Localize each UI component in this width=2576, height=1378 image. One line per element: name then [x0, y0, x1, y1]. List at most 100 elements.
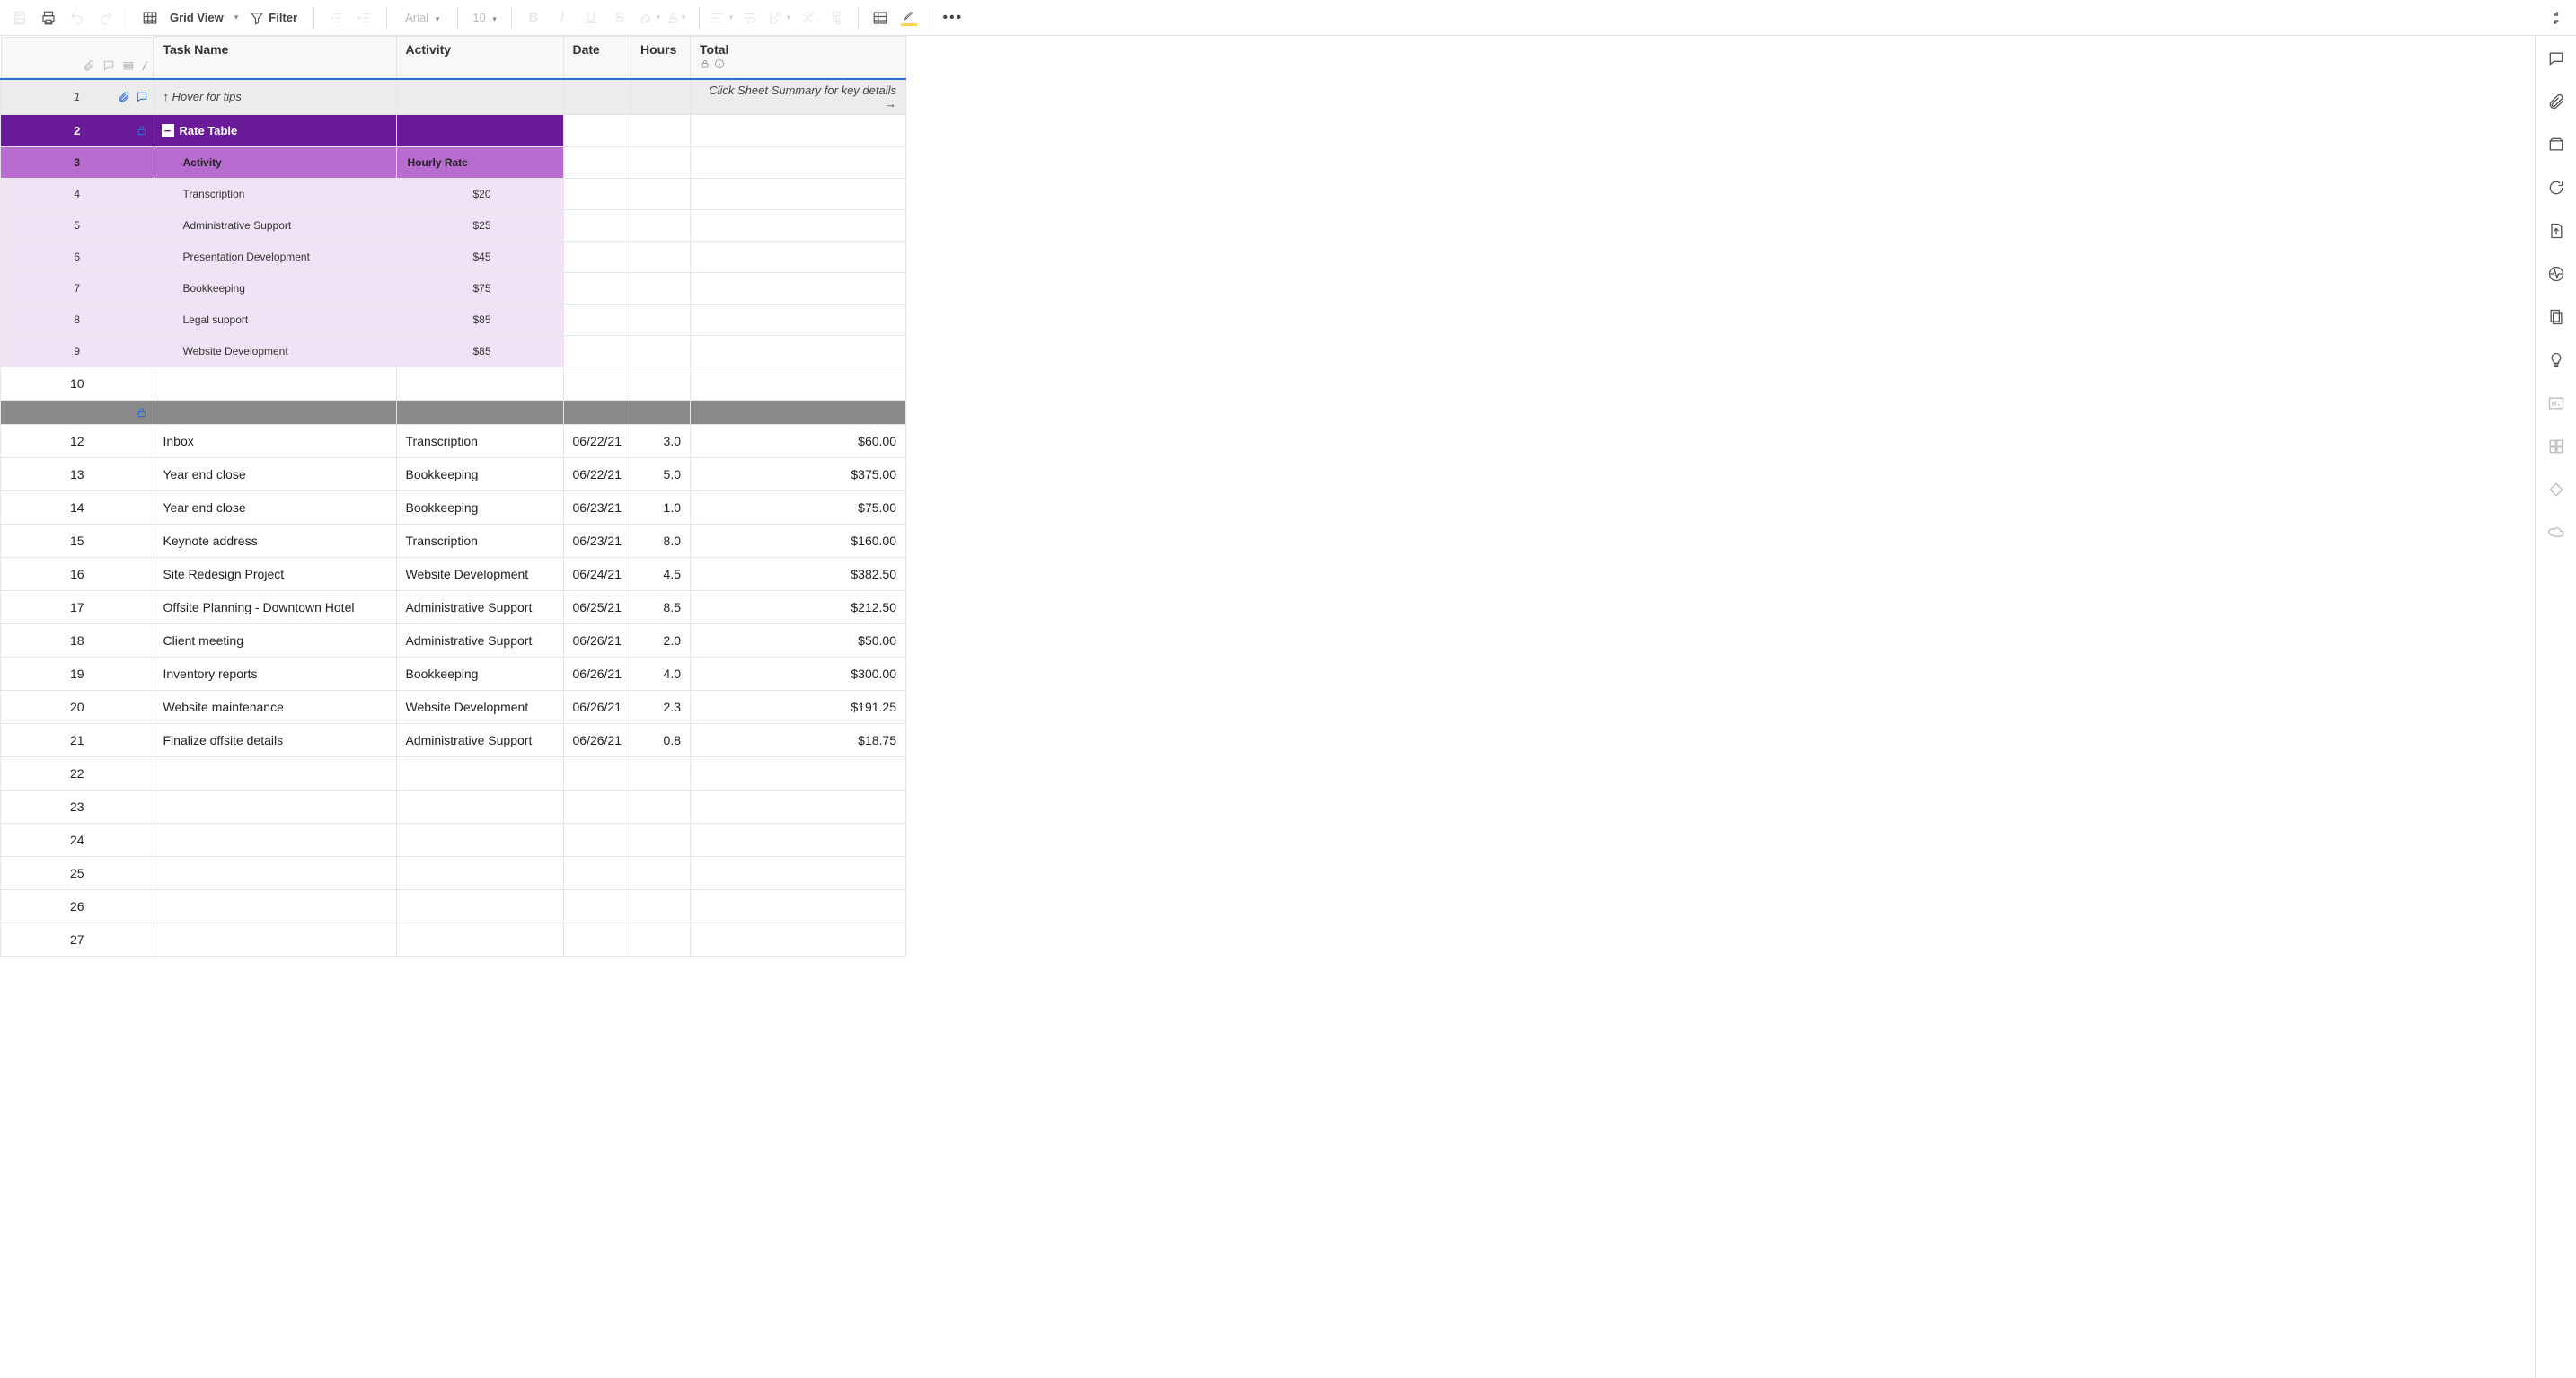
column-header-hours[interactable]: Hours: [631, 37, 691, 79]
text-color-button[interactable]: A▾: [665, 5, 690, 31]
rate-activity-cell[interactable]: Bookkeeping: [154, 272, 396, 304]
date-cell[interactable]: 06/24/21: [563, 557, 631, 590]
task-cell[interactable]: Inventory reports: [154, 657, 396, 690]
total-cell[interactable]: $212.50: [691, 590, 906, 623]
activity-cell[interactable]: Website Development: [396, 690, 563, 723]
row-number[interactable]: 23: [1, 790, 154, 823]
row-number[interactable]: 9: [1, 335, 154, 367]
entry-row[interactable]: 16 Site Redesign Project Website Develop…: [1, 557, 906, 590]
clear-format-button[interactable]: [795, 5, 820, 31]
rate-activity-cell[interactable]: Administrative Support: [154, 209, 396, 241]
hours-cell[interactable]: 3.0: [631, 424, 691, 457]
total-cell[interactable]: $300.00: [691, 657, 906, 690]
grid-scroll-area[interactable]: 𝑖 Task Name Activity Date Hours Total 1 …: [0, 36, 2535, 1378]
row-number[interactable]: 27: [1, 923, 154, 956]
activity-cell[interactable]: Bookkeeping: [396, 457, 563, 490]
task-cell[interactable]: Finalize offsite details: [154, 723, 396, 756]
activity-log-button[interactable]: [2546, 264, 2566, 284]
activity-cell[interactable]: Transcription: [396, 424, 563, 457]
hours-cell[interactable]: 0.8: [631, 723, 691, 756]
more-button[interactable]: •••: [940, 5, 966, 31]
entry-row[interactable]: 17 Offsite Planning - Downtown Hotel Adm…: [1, 590, 906, 623]
date-cell[interactable]: 06/26/21: [563, 623, 631, 657]
entry-row[interactable]: 12 Inbox Transcription 06/22/21 3.0 $60.…: [1, 424, 906, 457]
bold-button[interactable]: B: [521, 5, 546, 31]
highlight-button[interactable]: [896, 5, 922, 31]
date-cell[interactable]: 06/26/21: [563, 690, 631, 723]
hours-cell[interactable]: 8.5: [631, 590, 691, 623]
column-header-total[interactable]: Total: [691, 37, 906, 79]
rate-activity-cell[interactable]: Transcription: [154, 178, 396, 209]
activity-cell[interactable]: Administrative Support: [396, 723, 563, 756]
row-number[interactable]: 6: [1, 241, 154, 272]
rate-activity-cell[interactable]: Website Development: [154, 335, 396, 367]
total-cell[interactable]: $18.75: [691, 723, 906, 756]
view-selector-label[interactable]: Grid View: [166, 11, 227, 24]
column-header-date[interactable]: Date: [563, 37, 631, 79]
total-cell[interactable]: $191.25: [691, 690, 906, 723]
work-insights-button[interactable]: [2546, 350, 2566, 370]
print-button[interactable]: [36, 5, 61, 31]
hours-cell[interactable]: 2.0: [631, 623, 691, 657]
blank-row[interactable]: 23: [1, 790, 906, 823]
align-button[interactable]: ▾: [709, 5, 734, 31]
row-number[interactable]: 7: [1, 272, 154, 304]
row-number[interactable]: 3: [1, 146, 154, 178]
publish-button[interactable]: [2546, 221, 2566, 241]
row-number[interactable]: 5: [1, 209, 154, 241]
entry-row[interactable]: 20 Website maintenance Website Developme…: [1, 690, 906, 723]
redo-button[interactable]: [93, 5, 119, 31]
date-cell[interactable]: 06/22/21: [563, 424, 631, 457]
number-format-button[interactable]: ▾: [766, 5, 791, 31]
entry-row[interactable]: 18 Client meeting Administrative Support…: [1, 623, 906, 657]
column-header-task[interactable]: Task Name: [154, 37, 396, 79]
hours-cell[interactable]: 2.3: [631, 690, 691, 723]
activity-cell[interactable]: Bookkeeping: [396, 657, 563, 690]
rate-table-row[interactable]: 9 Website Development $85: [1, 335, 906, 367]
total-cell[interactable]: $160.00: [691, 524, 906, 557]
italic-button[interactable]: I: [550, 5, 575, 31]
task-cell[interactable]: Website maintenance: [154, 690, 396, 723]
hours-cell[interactable]: 5.0: [631, 457, 691, 490]
row-number[interactable]: 20: [1, 690, 154, 723]
row-number[interactable]: 19: [1, 657, 154, 690]
blank-row[interactable]: 22: [1, 756, 906, 790]
task-cell[interactable]: Inbox: [154, 424, 396, 457]
entry-row[interactable]: 15 Keynote address Transcription 06/23/2…: [1, 524, 906, 557]
collapse-toggle[interactable]: −Rate Table: [162, 124, 238, 137]
row-number[interactable]: 18: [1, 623, 154, 657]
task-cell[interactable]: Year end close: [154, 490, 396, 524]
sheet-grid[interactable]: 𝑖 Task Name Activity Date Hours Total 1 …: [0, 36, 906, 957]
row-number[interactable]: 8: [1, 304, 154, 335]
activity-cell[interactable]: Administrative Support: [396, 590, 563, 623]
blank-row[interactable]: 10: [1, 367, 906, 400]
hours-cell[interactable]: 1.0: [631, 490, 691, 524]
entry-row[interactable]: 21 Finalize offsite details Administrati…: [1, 723, 906, 756]
total-cell[interactable]: $60.00: [691, 424, 906, 457]
rate-table-row[interactable]: 7 Bookkeeping $75: [1, 272, 906, 304]
task-cell[interactable]: Client meeting: [154, 623, 396, 657]
row-number[interactable]: 11: [1, 400, 154, 424]
activity-cell[interactable]: Administrative Support: [396, 623, 563, 657]
rate-value-cell[interactable]: $25: [396, 209, 563, 241]
strikethrough-button[interactable]: S: [607, 5, 632, 31]
activity-cell[interactable]: Website Development: [396, 557, 563, 590]
rate-value-cell[interactable]: $45: [396, 241, 563, 272]
row-number[interactable]: 1: [1, 79, 154, 115]
rate-value-cell[interactable]: $85: [396, 335, 563, 367]
blank-row[interactable]: 25: [1, 856, 906, 889]
total-cell[interactable]: $382.50: [691, 557, 906, 590]
blank-row[interactable]: 24: [1, 823, 906, 856]
blank-row[interactable]: 26: [1, 889, 906, 923]
connector-button[interactable]: [2546, 480, 2566, 499]
row-number[interactable]: 26: [1, 889, 154, 923]
entry-row[interactable]: 14 Year end close Bookkeeping 06/23/21 1…: [1, 490, 906, 524]
date-cell[interactable]: 06/25/21: [563, 590, 631, 623]
conversations-button[interactable]: [2546, 49, 2566, 68]
rate-table-row[interactable]: 4 Transcription $20: [1, 178, 906, 209]
row-number[interactable]: 17: [1, 590, 154, 623]
date-cell[interactable]: 06/23/21: [563, 524, 631, 557]
update-requests-button[interactable]: [2546, 178, 2566, 198]
outdent-button[interactable]: [323, 5, 348, 31]
row-number[interactable]: 16: [1, 557, 154, 590]
